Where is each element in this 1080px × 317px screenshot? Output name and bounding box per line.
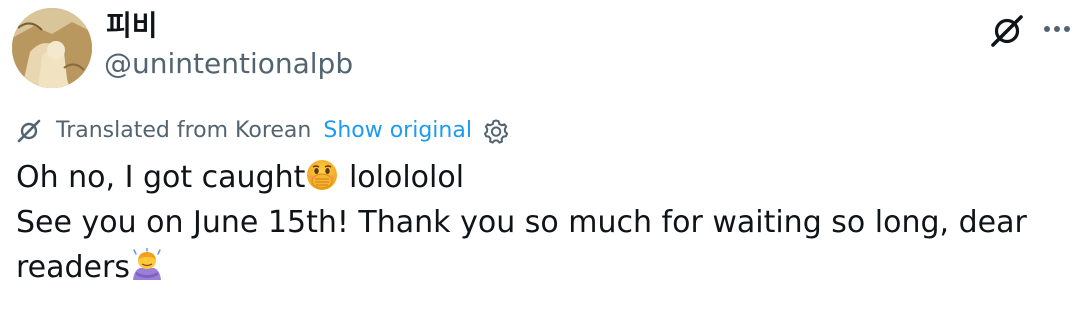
tweet-card: 피비 @unintentionalpb Translated from Kore… [0, 0, 1080, 317]
show-original-link[interactable]: Show original [323, 114, 472, 148]
gear-icon[interactable] [482, 117, 510, 145]
face-with-hand-over-mouth-emoji-icon [305, 158, 339, 192]
tweet-line-2: See you on June 15th! Thank you so much … [16, 205, 1027, 240]
tweet-line-1-text: Oh no, I got caught [16, 160, 306, 195]
tweet-line-1: Oh no, I got caught lolololol [16, 155, 1066, 200]
tweet-line-3-text: readers [16, 250, 130, 285]
author-display-name[interactable]: 피비 [106, 8, 158, 44]
tweet-line-1-suffix: lolololol [339, 160, 465, 195]
more-options-icon[interactable] [1040, 12, 1074, 46]
person-bowing-emoji-icon [130, 248, 164, 282]
translated-from-label: Translated from Korean [56, 118, 312, 143]
grok-icon[interactable] [988, 12, 1026, 50]
translation-bar: Translated from Korean Show original [16, 114, 510, 148]
avatar-illustration [12, 8, 92, 88]
translate-icon [16, 118, 42, 144]
profile-avatar[interactable] [12, 8, 92, 88]
author-handle[interactable]: @unintentionalpb [104, 46, 353, 82]
tweet-body: Oh no, I got caught lolololol See you on… [16, 155, 1066, 290]
tweet-line-3: readers [16, 245, 1066, 290]
